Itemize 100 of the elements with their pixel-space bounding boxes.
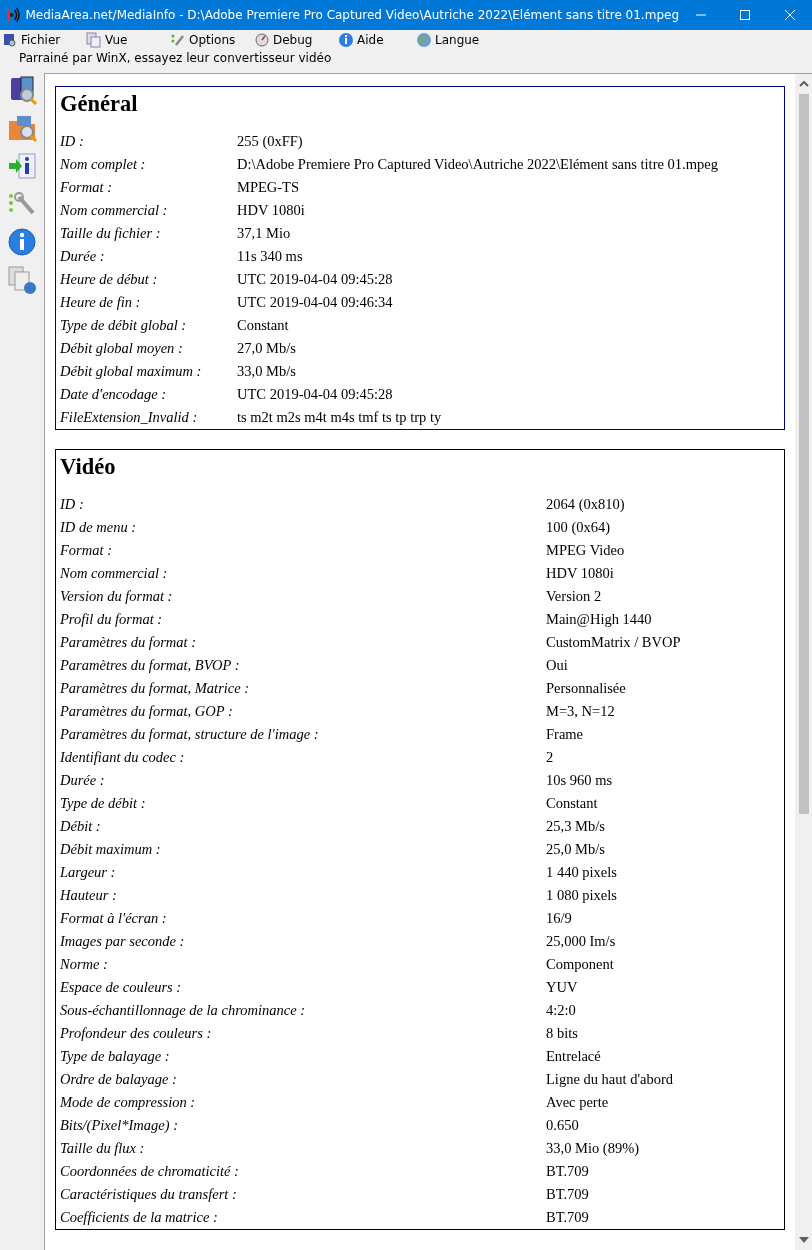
info-icon[interactable]: [7, 227, 37, 257]
field-value: 25,000 Im/s: [546, 933, 616, 950]
section-heading: Vidéo: [60, 454, 117, 480]
scrollbar[interactable]: [795, 74, 812, 1250]
field-label: Profondeur des couleurs :: [60, 1025, 213, 1042]
field-value: 11s 340 ms: [237, 248, 303, 265]
app-icon: [6, 7, 22, 23]
field-value: 16/9: [546, 910, 572, 927]
field-label: Largeur :: [60, 864, 117, 881]
menu-item[interactable]: Debug: [273, 33, 313, 47]
field-value: 27,0 Mb/s: [237, 340, 296, 357]
field-label: Heure de fin :: [60, 294, 142, 311]
field-label: Sous-échantillonnage de la chrominance :: [60, 1002, 307, 1019]
close-icon: [784, 10, 795, 20]
field-label: Profil du format :: [60, 611, 164, 628]
field-label: Norme :: [60, 956, 109, 973]
field-label: Version du format :: [60, 588, 174, 605]
field-value: BT.709: [546, 1186, 589, 1203]
field-label: Taille du fichier :: [60, 225, 162, 242]
field-value: Version 2: [546, 588, 602, 605]
field-value: Component: [546, 956, 614, 973]
field-value: 25,3 Mb/s: [546, 818, 605, 835]
field-label: Paramètres du format, GOP :: [60, 703, 234, 720]
scroll-thumb[interactable]: [798, 94, 809, 814]
field-value: 33,0 Mio (89%): [546, 1140, 640, 1157]
folder-search-icon[interactable]: [7, 113, 37, 143]
field-value: YUV: [546, 979, 578, 996]
field-value: 100 (0x64): [546, 519, 611, 536]
sponsor-text[interactable]: Parrainé par WinX, essayez leur convertisseur vidéo: [19, 51, 332, 65]
field-label: Paramètres du format, BVOP :: [60, 657, 241, 674]
menu-item[interactable]: Langue: [435, 33, 480, 47]
field-value: 8 bits: [546, 1025, 578, 1042]
field-label: ID :: [60, 496, 85, 513]
field-value: 2: [546, 749, 554, 766]
arrow-document-icon[interactable]: [7, 151, 37, 181]
field-label: Format à l'écran :: [60, 910, 168, 927]
maximize-icon: [740, 10, 751, 20]
field-value: Ligne du haut d'abord: [546, 1071, 674, 1088]
field-label: Nom commercial :: [60, 202, 169, 219]
scroll-down-icon[interactable]: [798, 1237, 809, 1243]
field-value: 33,0 Mb/s: [237, 363, 296, 380]
field-value: 0.650: [546, 1117, 579, 1134]
field-value: Avec perte: [546, 1094, 609, 1111]
field-label: Caractéristiques du transfert :: [60, 1186, 238, 1203]
field-label: Hauteur :: [60, 887, 118, 904]
field-label: Identifiant du codec :: [60, 749, 186, 766]
field-label: Nom commercial :: [60, 565, 169, 582]
field-value: 1 080 pixels: [546, 887, 617, 904]
field-value: Personnalisée: [546, 680, 626, 697]
field-label: Débit maximum :: [60, 841, 162, 858]
field-label: Coefficients de la matrice :: [60, 1209, 219, 1226]
field-label: Format :: [60, 542, 113, 559]
field-label: Ordre de balayage :: [60, 1071, 178, 1088]
field-label: Débit global moyen :: [60, 340, 184, 357]
field-value: 2064 (0x810): [546, 496, 625, 513]
menu-item[interactable]: Fichier: [21, 33, 61, 47]
globe-icon: [416, 32, 432, 48]
field-label: Durée :: [60, 248, 106, 265]
field-label: Paramètres du format :: [60, 634, 197, 651]
window-title: MediaArea.net/MediaInfo - D:\Adobe Premiere Pro Captured Video\Autriche 2022\Elément sans titre 01.mpeg: [25, 8, 679, 22]
field-label: Nom complet :: [60, 156, 147, 173]
field-value: HDV 1080i: [237, 202, 305, 219]
field-value: M=3, N=12: [546, 703, 615, 720]
field-label: Bits/(Pixel*Image) :: [60, 1117, 179, 1134]
field-label: Espace de couleurs :: [60, 979, 183, 996]
field-value: BT.709: [546, 1163, 589, 1180]
scroll-up-icon[interactable]: [798, 81, 809, 87]
field-value: CustomMatrix / BVOP: [546, 634, 681, 651]
field-value: Constant: [546, 795, 598, 812]
field-label: Paramètres du format, structure de l'image :: [60, 726, 320, 743]
field-value: HDV 1080i: [546, 565, 614, 582]
field-value: UTC 2019-04-04 09:45:28: [237, 271, 393, 288]
field-label: Type de débit :: [60, 795, 147, 812]
field-value: Main@High 1440: [546, 611, 652, 628]
field-label: Date d'encodage :: [60, 386, 168, 403]
field-value: Oui: [546, 657, 568, 674]
field-value: UTC 2019-04-04 09:46:34: [237, 294, 393, 311]
field-value: BT.709: [546, 1209, 589, 1226]
field-label: Heure de début :: [60, 271, 159, 288]
field-value: 255 (0xFF): [237, 133, 303, 150]
documents-globe-icon[interactable]: [7, 265, 37, 295]
field-label: FileExtension_Invalid :: [60, 409, 199, 426]
field-label: Paramètres du format, Matrice :: [60, 680, 251, 697]
field-label: Durée :: [60, 772, 106, 789]
field-label: Coordonnées de chromaticité :: [60, 1163, 240, 1180]
field-label: Type de balayage :: [60, 1048, 171, 1065]
field-label: ID de menu :: [60, 519, 138, 536]
menu-item[interactable]: Options: [189, 33, 236, 47]
field-value: UTC 2019-04-04 09:45:28: [237, 386, 393, 403]
menu-item[interactable]: Vue: [105, 33, 128, 47]
field-label: Type de débit global :: [60, 317, 188, 334]
field-value: D:\Adobe Premiere Pro Captured Video\Autriche 2022\Elément sans titre 01.mpeg: [237, 156, 718, 173]
field-label: Débit :: [60, 818, 102, 835]
field-value: 10s 960 ms: [546, 772, 613, 789]
menu-item[interactable]: Aide: [357, 33, 384, 47]
field-value: Frame: [546, 726, 584, 743]
field-value: ts m2t m2s m4t m4s tmf ts tp trp ty: [237, 409, 442, 426]
field-label: Débit global maximum :: [60, 363, 203, 380]
field-value: 25,0 Mb/s: [546, 841, 605, 858]
field-value: MPEG Video: [546, 542, 625, 559]
